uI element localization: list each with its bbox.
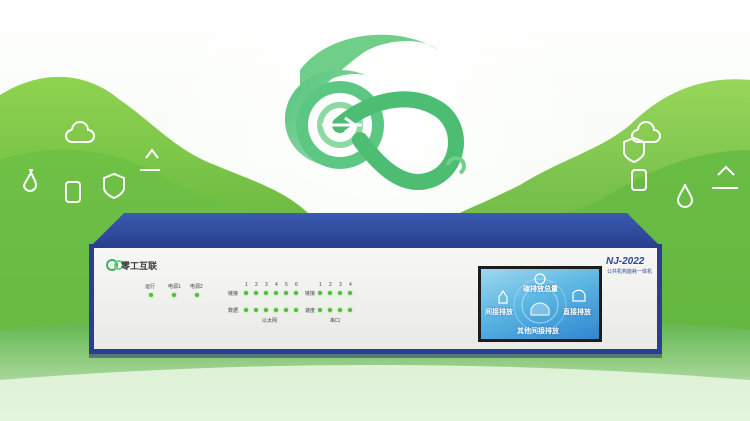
- screen-left-label: 间接排放: [485, 309, 513, 316]
- status-label-power2: 电源2: [190, 284, 203, 290]
- serial-port-number: 2: [329, 282, 332, 288]
- model-number: NJ-2022: [606, 256, 645, 267]
- led-data: [244, 308, 248, 312]
- row-label-link-serial: 链接: [305, 291, 316, 297]
- serial-port-number: 1: [319, 282, 322, 288]
- led-data: [254, 308, 258, 312]
- screen-right-label: 直接排放: [563, 309, 591, 316]
- device-top-panel: [89, 213, 662, 248]
- led-run: [149, 293, 153, 297]
- factory-icon: [498, 289, 508, 304]
- port-number: 3: [265, 282, 268, 288]
- row-label-data: 数据: [228, 308, 239, 314]
- led-link: [264, 291, 268, 295]
- serial-port-number: 3: [339, 282, 342, 288]
- led-data: [264, 308, 268, 312]
- led-serial-data: [328, 308, 332, 312]
- led-serial-link: [328, 291, 332, 295]
- led-serial-data: [338, 308, 342, 312]
- row-label-link: 链接: [228, 291, 239, 297]
- led-link: [294, 291, 298, 295]
- serial-port-number: 4: [349, 282, 352, 288]
- status-label-run: 运行: [145, 284, 156, 290]
- cloud-emission-icon: [530, 302, 550, 316]
- led-data: [294, 308, 298, 312]
- screen-title: 碳排放总量: [523, 286, 558, 293]
- led-link: [284, 291, 288, 295]
- status-label-power1: 电源1: [168, 284, 181, 290]
- led-serial-link: [338, 291, 342, 295]
- led-power1: [172, 293, 176, 297]
- port-number: 5: [285, 282, 288, 288]
- led-data: [274, 308, 278, 312]
- port-number: 6: [295, 282, 298, 288]
- led-serial-data: [348, 308, 352, 312]
- group-label-ethernet: 以太网: [262, 318, 278, 324]
- led-serial-link: [348, 291, 352, 295]
- model-subtitle: 公共机构能耗一体机: [607, 269, 653, 275]
- led-serial-link: [318, 291, 322, 295]
- port-number: 2: [255, 282, 258, 288]
- led-serial-data: [318, 308, 322, 312]
- row-label-speed-serial: 速度: [305, 308, 316, 314]
- led-link: [274, 291, 278, 295]
- led-power2: [195, 293, 199, 297]
- group-label-serial: 串口: [330, 318, 341, 324]
- port-number: 1: [245, 282, 248, 288]
- boiler-icon: [572, 289, 586, 302]
- port-number: 4: [275, 282, 278, 288]
- led-data: [284, 308, 288, 312]
- screen-bottom-label: 其他间接排放: [517, 328, 559, 335]
- nj-2022-device: [89, 213, 662, 358]
- brand-name: 零工互联: [121, 261, 158, 271]
- led-link: [254, 291, 258, 295]
- led-link: [244, 291, 248, 295]
- device-display-screen: 碳排放总量 间接排放 直接排放 其他间接排放: [478, 266, 602, 342]
